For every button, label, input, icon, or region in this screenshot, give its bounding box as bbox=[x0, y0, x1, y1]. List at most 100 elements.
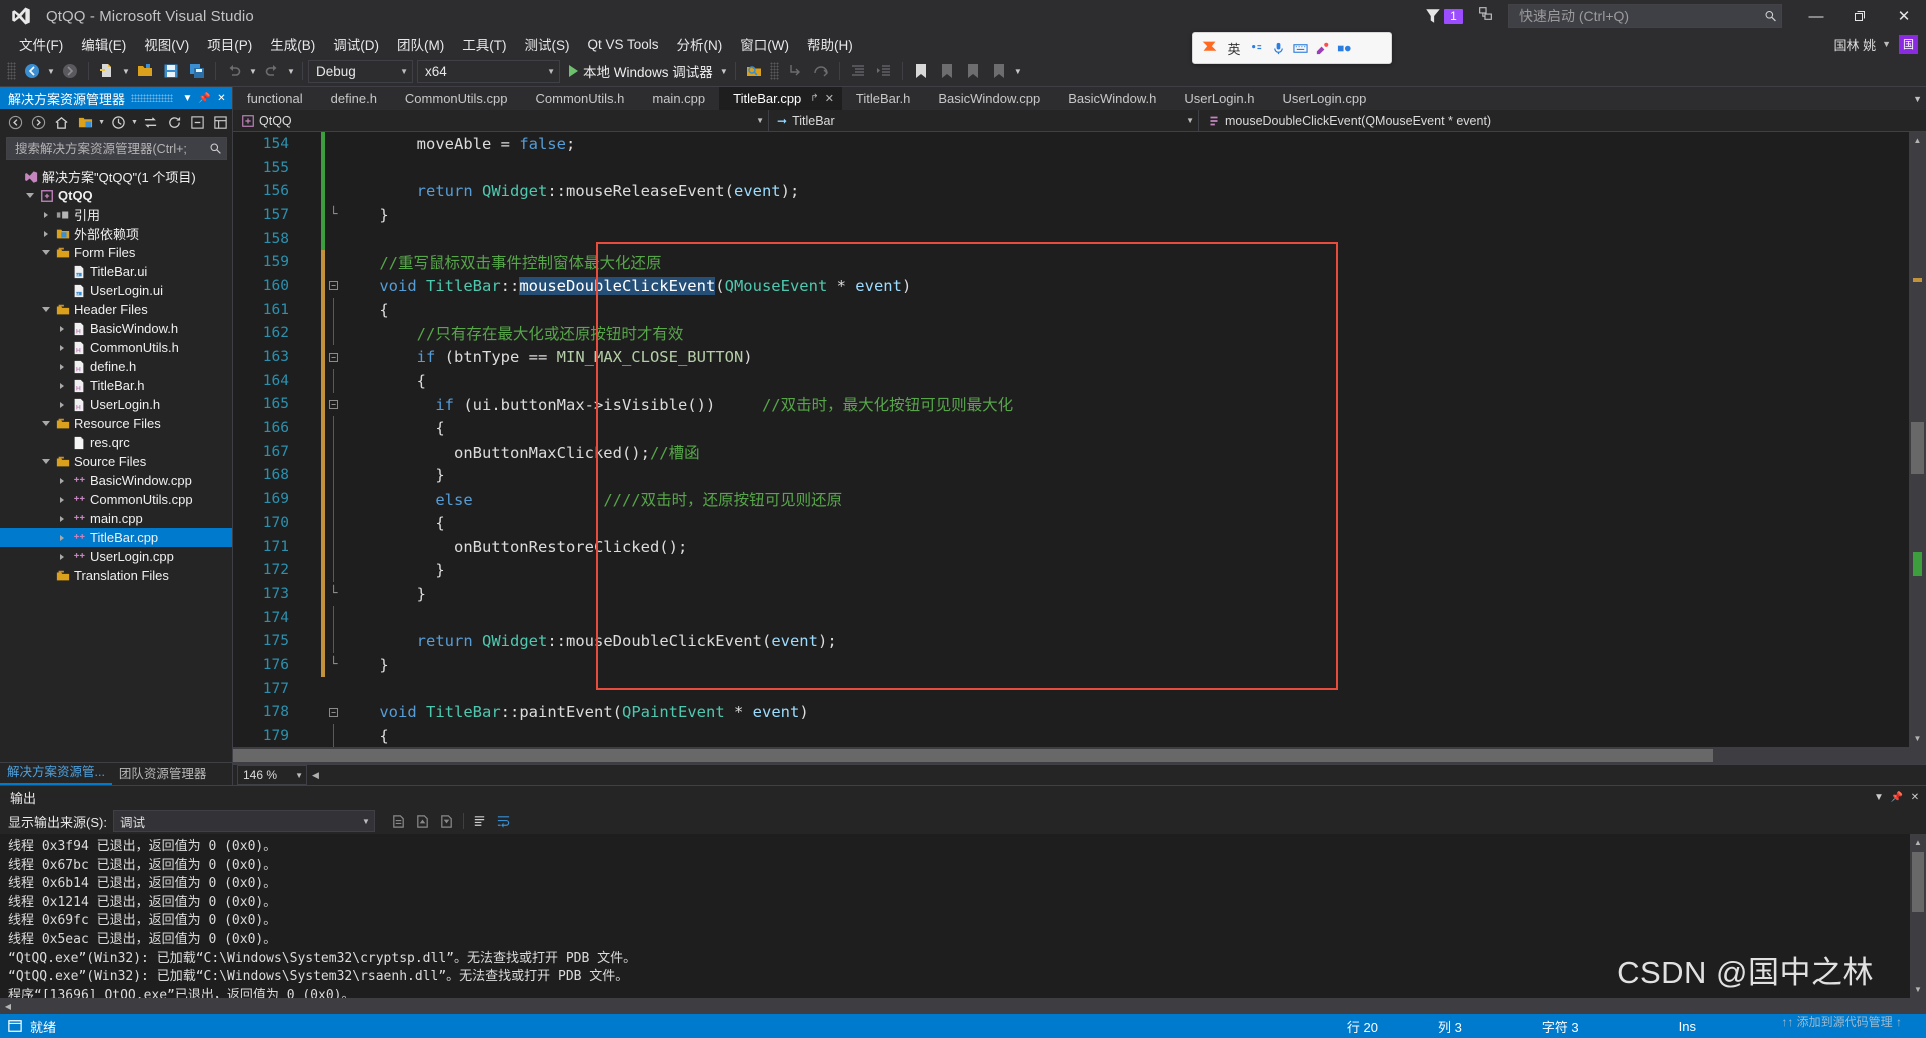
output-scroll-up[interactable]: ▲ bbox=[1910, 834, 1926, 851]
fold-margin[interactable] bbox=[325, 534, 342, 559]
document-tab[interactable]: UserLogin.cpp bbox=[1269, 87, 1381, 110]
quick-launch-box[interactable] bbox=[1508, 4, 1782, 28]
output-horizontal-scrollbar[interactable]: ◀ bbox=[0, 998, 1926, 1014]
account-name[interactable]: 国林 姚 bbox=[1833, 35, 1876, 54]
toggle-word-wrap-icon[interactable] bbox=[492, 810, 516, 832]
tree-item[interactable]: Form Files bbox=[0, 243, 232, 262]
home-icon[interactable] bbox=[50, 111, 73, 133]
code-line[interactable]: 174 bbox=[233, 605, 1909, 630]
navigate-forward-icon[interactable] bbox=[57, 59, 83, 83]
zoom-level-combo[interactable]: 146 % ▼ bbox=[237, 765, 307, 785]
menu-build[interactable]: 生成(B) bbox=[261, 32, 324, 56]
code-line[interactable]: 155 bbox=[233, 155, 1909, 180]
minimize-button[interactable]: — bbox=[1794, 0, 1838, 32]
code-line[interactable]: 158 bbox=[233, 226, 1909, 251]
tree-item[interactable]: Source Files bbox=[0, 452, 232, 471]
tree-item[interactable]: TitleBar.h bbox=[0, 376, 232, 395]
navigate-backward-dropdown[interactable]: ▼ bbox=[45, 59, 57, 83]
undo-icon[interactable] bbox=[221, 59, 247, 83]
code-line[interactable]: 170 { bbox=[233, 511, 1909, 535]
expand-arrow-closed-icon[interactable] bbox=[54, 515, 69, 522]
tree-item[interactable]: QtQQ bbox=[0, 186, 232, 205]
tab-overflow-button[interactable]: ▼ bbox=[1913, 87, 1926, 110]
document-tab[interactable]: CommonUtils.cpp bbox=[391, 87, 522, 110]
code-line[interactable]: 175 return QWidget::mouseDoubleClickEven… bbox=[233, 629, 1909, 654]
tab-team-explorer[interactable]: 团队资源管理器 bbox=[112, 760, 214, 785]
fold-margin[interactable]: └ bbox=[325, 208, 342, 221]
code-line[interactable]: 162 //只有存在最大化或还原按钮时才有效 bbox=[233, 321, 1909, 346]
document-tab[interactable]: main.cpp bbox=[638, 87, 719, 110]
code-line[interactable]: 164 { bbox=[233, 368, 1909, 393]
fold-margin[interactable]: − bbox=[325, 281, 342, 291]
editor-vertical-scrollbar[interactable]: ▲ ▼ bbox=[1909, 132, 1926, 747]
panel-close-button[interactable]: ✕ bbox=[213, 87, 230, 109]
solution-search-input[interactable] bbox=[13, 140, 209, 157]
tab-solution-explorer[interactable]: 解决方案资源管... bbox=[0, 758, 112, 785]
refresh-icon[interactable] bbox=[162, 111, 185, 133]
panel-drag-handle[interactable] bbox=[131, 94, 173, 102]
solution-platform-combo[interactable]: x64 ▼ bbox=[417, 59, 560, 83]
document-tab[interactable]: TitleBar.cpp ↱ ✕ bbox=[719, 87, 842, 110]
tree-item[interactable]: ui TitleBar.ui bbox=[0, 262, 232, 281]
nav-member-dropdown[interactable]: mouseDoubleClickEvent(QMouseEvent * even… bbox=[1199, 110, 1926, 131]
code-line[interactable]: 169 else ////双击时，还原按钮可见则还原 bbox=[233, 487, 1909, 511]
code-line[interactable]: 172 } bbox=[233, 558, 1909, 583]
panel-menu-button[interactable]: ▼ bbox=[179, 87, 196, 109]
document-tab[interactable]: TitleBar.h bbox=[842, 87, 924, 110]
expand-arrow-open-icon[interactable] bbox=[38, 459, 53, 464]
code-line[interactable]: 177 bbox=[233, 677, 1909, 701]
document-tab[interactable]: define.h bbox=[317, 87, 391, 110]
document-tab[interactable]: CommonUtils.h bbox=[522, 87, 639, 110]
code-line[interactable]: 166 { bbox=[233, 416, 1909, 440]
menu-tools[interactable]: 工具(T) bbox=[453, 32, 515, 56]
output-hscroll-left[interactable]: ◀ bbox=[0, 1002, 16, 1011]
ime-floating-toolbar[interactable]: 英 bbox=[1192, 32, 1392, 64]
code-line[interactable]: 161 { bbox=[233, 297, 1909, 322]
tree-item[interactable]: Translation Files bbox=[0, 566, 232, 585]
navigate-backward-icon[interactable] bbox=[19, 59, 45, 83]
fold-margin[interactable]: └ bbox=[325, 587, 342, 600]
chevron-down-icon[interactable]: ▼ bbox=[97, 111, 107, 133]
send-feedback-icon[interactable] bbox=[1477, 5, 1494, 27]
expand-arrow-closed-icon[interactable] bbox=[54, 344, 69, 351]
tree-item[interactable]: Header Files bbox=[0, 300, 232, 319]
fold-margin[interactable] bbox=[325, 368, 342, 393]
tree-item[interactable]: CommonUtils.cpp bbox=[0, 490, 232, 509]
tree-item[interactable]: UserLogin.h bbox=[0, 395, 232, 414]
source-control-icon[interactable] bbox=[0, 1019, 30, 1033]
menu-help[interactable]: 帮助(H) bbox=[798, 32, 862, 56]
notifications-button[interactable]: 1 bbox=[1424, 7, 1463, 25]
ime-voice-input-icon[interactable] bbox=[1267, 35, 1289, 61]
expand-arrow-closed-icon[interactable] bbox=[54, 325, 69, 332]
document-tab[interactable]: functional bbox=[233, 87, 317, 110]
solution-explorer-search[interactable] bbox=[6, 137, 227, 160]
fold-margin[interactable] bbox=[325, 558, 342, 583]
bookmark-next-icon[interactable] bbox=[960, 59, 986, 83]
scroll-down-button[interactable]: ▼ bbox=[1909, 730, 1926, 747]
expand-arrow-closed-icon[interactable] bbox=[54, 553, 69, 560]
code-line[interactable]: 171 onButtonRestoreClicked(); bbox=[233, 534, 1909, 559]
tree-item[interactable]: 外部依赖项 bbox=[0, 224, 232, 243]
toolbar-grip[interactable] bbox=[7, 62, 16, 80]
save-icon[interactable] bbox=[158, 59, 184, 83]
show-all-files-icon[interactable] bbox=[74, 111, 97, 133]
fold-margin[interactable]: − bbox=[325, 707, 342, 717]
chevron-down-icon[interactable]: ▼ bbox=[1882, 39, 1891, 49]
menu-analyze[interactable]: 分析(N) bbox=[668, 32, 732, 56]
menu-team[interactable]: 团队(M) bbox=[388, 32, 453, 56]
bookmark-icon[interactable] bbox=[908, 59, 934, 83]
code-line[interactable]: 154 moveAble = false; bbox=[233, 132, 1909, 156]
indent-decrease-icon[interactable] bbox=[845, 59, 871, 83]
start-debugging-dropdown[interactable]: ▼ bbox=[718, 59, 730, 83]
tree-item[interactable]: Resource Files bbox=[0, 414, 232, 433]
sync-with-active-document-icon[interactable] bbox=[139, 111, 162, 133]
ime-screenshot-icon[interactable] bbox=[1311, 35, 1333, 61]
pending-changes-icon[interactable] bbox=[106, 111, 129, 133]
go-to-next-icon[interactable] bbox=[435, 810, 459, 832]
fold-margin[interactable]: └ bbox=[325, 658, 342, 671]
close-button[interactable]: ✕ bbox=[1882, 0, 1926, 32]
tree-item[interactable]: UserLogin.cpp bbox=[0, 547, 232, 566]
code-line[interactable]: 159 //重写鼠标双击事件控制窗体最大化还原 bbox=[233, 250, 1909, 275]
toolbar-grip-2[interactable] bbox=[769, 62, 779, 80]
code-line[interactable]: 157 └ } bbox=[233, 203, 1909, 227]
